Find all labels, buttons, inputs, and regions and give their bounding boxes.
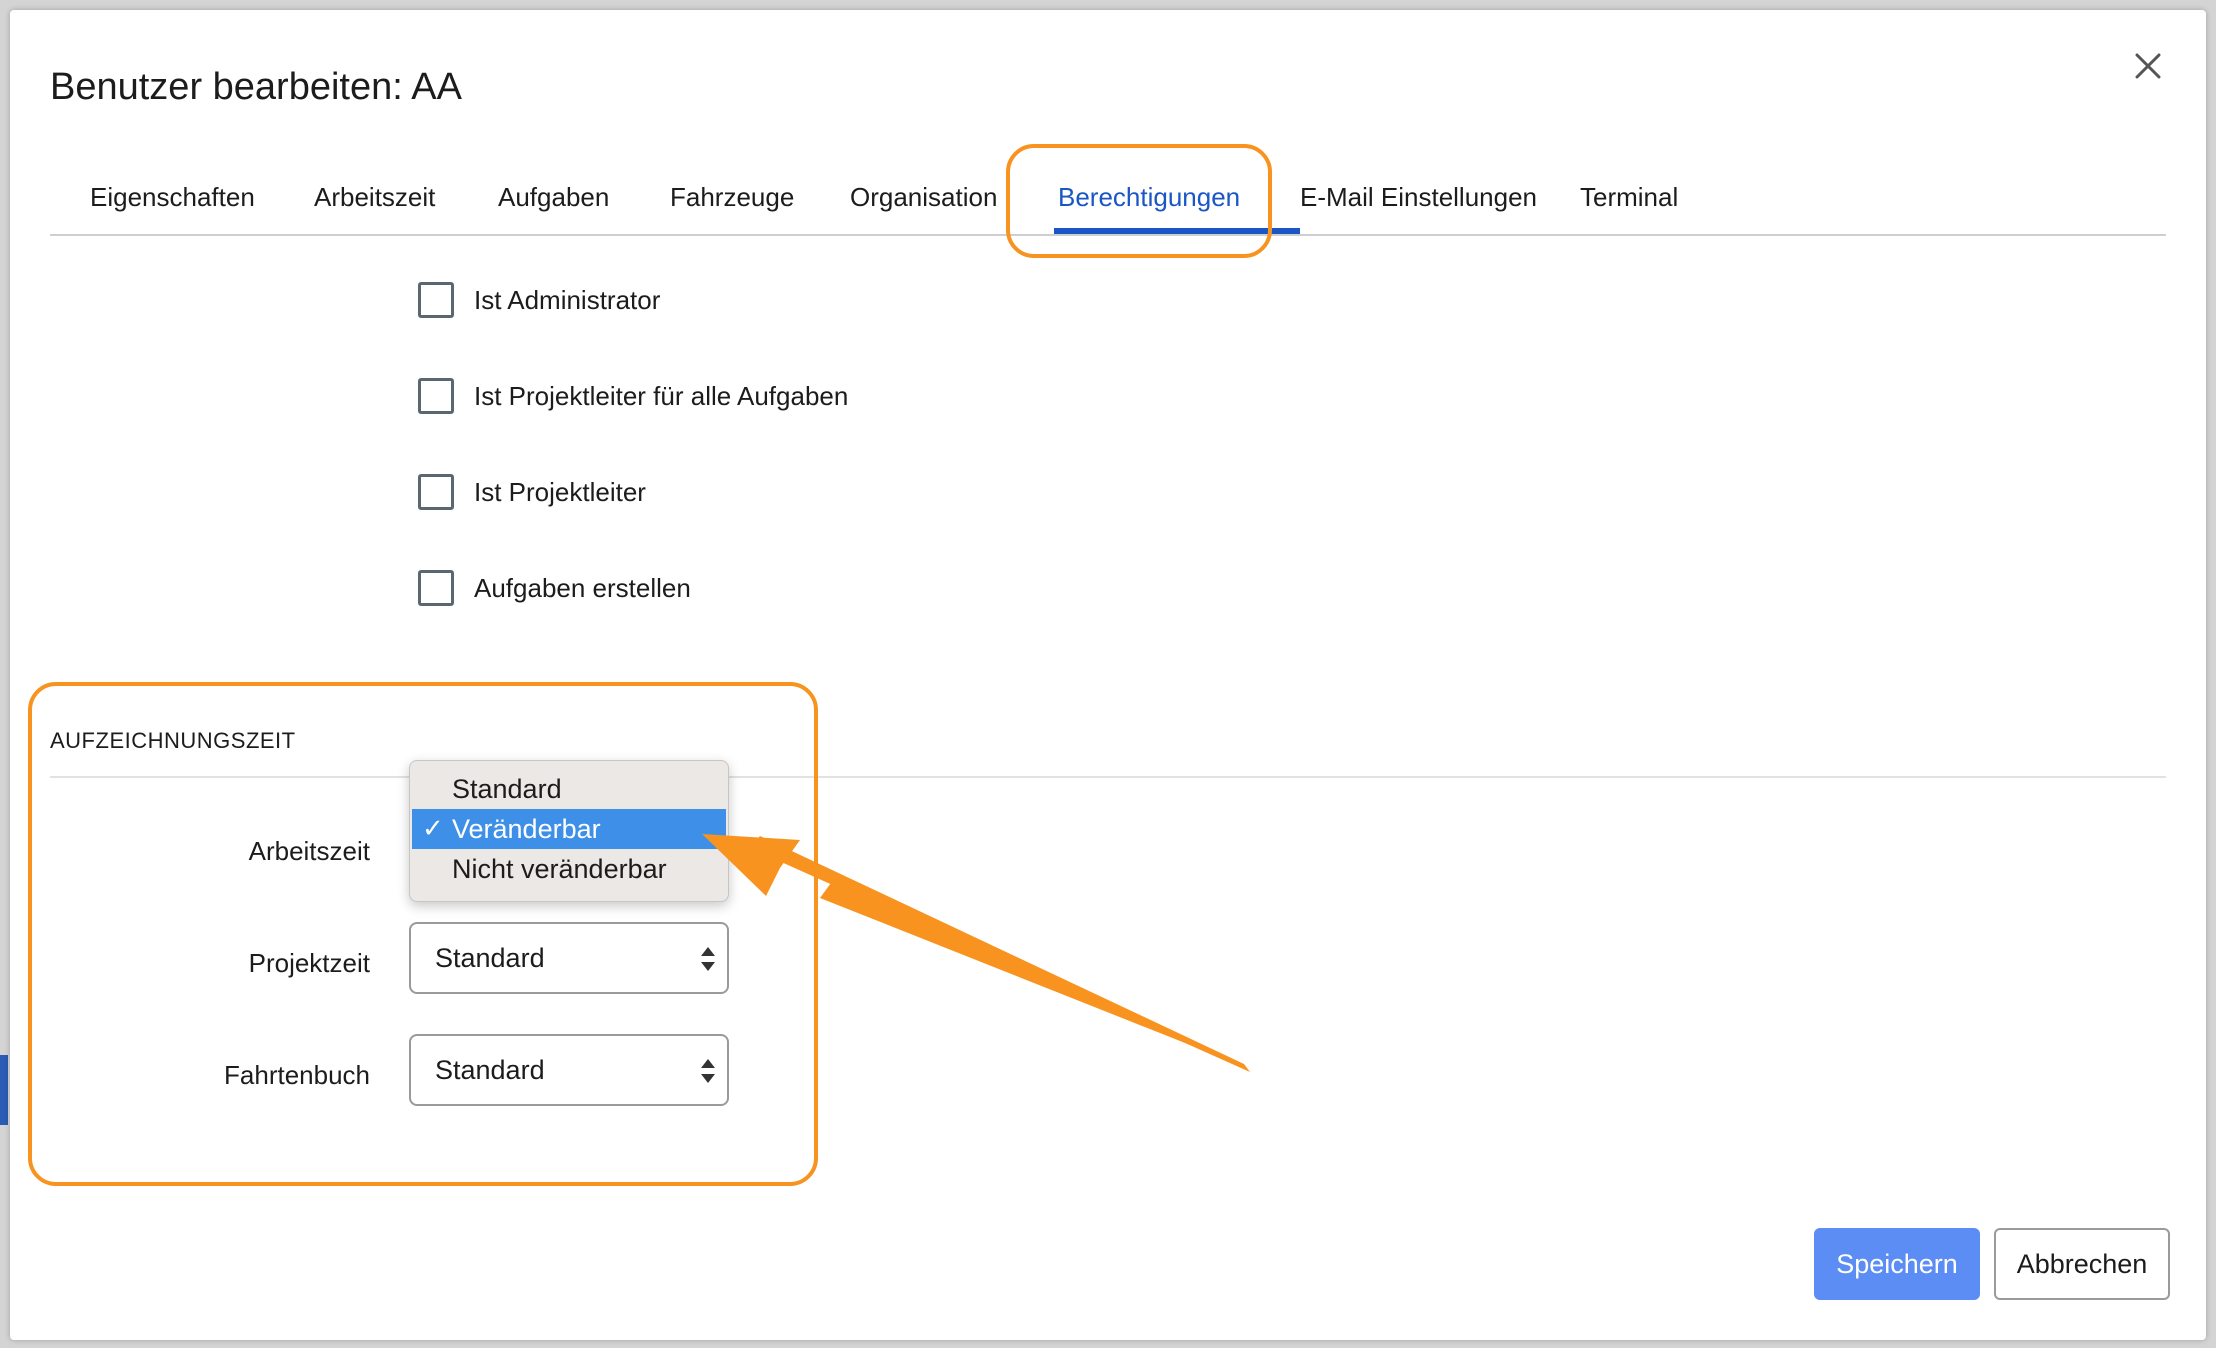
option-label: Nicht veränderbar — [452, 853, 667, 884]
project-lead-checkbox[interactable] — [418, 474, 454, 510]
fahrtenbuch-label: Fahrtenbuch — [224, 1060, 370, 1090]
edit-user-dialog: Benutzer bearbeiten: AA Eigenschaften Ar… — [10, 10, 2206, 1340]
checkbox-label: Aufgaben erstellen — [474, 572, 691, 603]
option-label: Standard — [452, 773, 562, 804]
close-icon — [2135, 53, 2161, 79]
dropdown-option-veraenderbar[interactable]: ✓ Veränderbar — [412, 809, 726, 849]
checkbox-label: Ist Administrator — [474, 284, 661, 315]
arbeitszeit-dropdown-menu: Standard ✓ Veränderbar Nicht veränderbar — [409, 760, 729, 902]
arbeitszeit-label: Arbeitszeit — [248, 836, 370, 866]
project-lead-all-checkbox[interactable] — [418, 378, 454, 414]
select-arrows-icon — [701, 1059, 715, 1083]
tab-arbeitszeit[interactable]: Arbeitszeit — [314, 170, 435, 234]
tab-terminal[interactable]: Terminal — [1580, 170, 1678, 234]
projektzeit-select[interactable]: Standard — [409, 922, 729, 994]
fahrtenbuch-select[interactable]: Standard — [409, 1034, 729, 1106]
create-tasks-checkbox[interactable] — [418, 570, 454, 606]
dropdown-option-standard[interactable]: Standard — [412, 769, 726, 809]
tab-organisation[interactable]: Organisation — [850, 170, 997, 234]
cancel-button[interactable]: Abbrechen — [1994, 1228, 2170, 1300]
checkbox-label: Ist Projektleiter für alle Aufgaben — [474, 380, 849, 411]
administrator-checkbox[interactable] — [418, 282, 454, 318]
save-button[interactable]: Speichern — [1814, 1228, 1980, 1300]
projektzeit-label: Projektzeit — [248, 948, 370, 978]
checkmark-icon: ✓ — [422, 813, 444, 843]
close-button[interactable] — [2128, 46, 2168, 86]
checkbox-row-project-lead-all[interactable]: Ist Projektleiter für alle Aufgaben — [418, 378, 848, 414]
checkbox-label: Ist Projektleiter — [474, 476, 646, 507]
checkbox-row-project-lead[interactable]: Ist Projektleiter — [418, 474, 646, 510]
tab-eigenschaften[interactable]: Eigenschaften — [90, 170, 255, 234]
checkbox-row-create-tasks[interactable]: Aufgaben erstellen — [418, 570, 691, 606]
backdrop-accent-strip — [0, 1055, 8, 1125]
select-value: Standard — [435, 1054, 545, 1085]
tab-email-einstellungen[interactable]: E-Mail Einstellungen — [1300, 170, 1537, 234]
option-label: Veränderbar — [452, 813, 601, 844]
tab-aufgaben[interactable]: Aufgaben — [498, 170, 609, 234]
dropdown-option-nicht-veraenderbar[interactable]: Nicht veränderbar — [412, 849, 726, 889]
select-value: Standard — [435, 942, 545, 973]
tab-highlight-annotation — [1006, 144, 1272, 258]
tab-fahrzeuge[interactable]: Fahrzeuge — [670, 170, 794, 234]
select-arrows-icon — [701, 947, 715, 971]
checkbox-row-administrator[interactable]: Ist Administrator — [418, 282, 660, 318]
dialog-title: Benutzer bearbeiten: AA — [50, 66, 462, 108]
